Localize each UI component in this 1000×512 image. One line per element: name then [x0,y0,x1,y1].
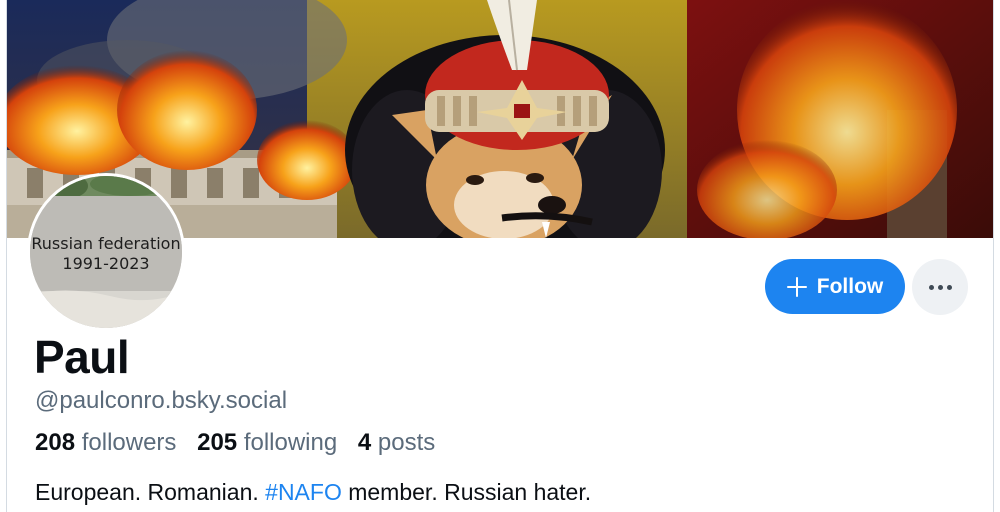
profile-bio: European. Romanian. #NAFO member. Russia… [35,479,591,506]
profile-handle: @paulconro.bsky.social [35,387,288,414]
posts-count: 4 [357,429,372,456]
avatar[interactable]: Russian federation 1991-2023 [27,173,185,331]
posts-stat: 4 posts [358,429,435,456]
profile-page: Russian federation 1991-2023 Follow Paul… [6,0,994,512]
profile-stats: 208 followers 205 following 4 posts [35,429,449,457]
avatar-line-1: Russian federation [31,234,181,253]
display-name: Paul [34,331,130,383]
ellipsis-icon [928,284,952,290]
following-link[interactable]: 205 following [197,429,337,456]
followers-link[interactable]: 208 followers [35,429,176,456]
following-label: following [243,429,338,456]
bio-hashtag-link[interactable]: #NAFO [265,479,342,505]
follow-button[interactable]: Follow [765,259,905,314]
avatar-line-2: 1991-2023 [62,254,150,273]
plus-icon [786,276,807,297]
followers-count: 208 [35,429,76,456]
more-options-button[interactable] [912,259,968,315]
posts-label: posts [377,429,436,456]
bio-text-1: European. Romanian. [35,479,259,505]
follow-label: Follow [816,274,884,298]
bio-text-2: member. Russian hater. [348,479,592,505]
followers-label: followers [81,429,177,456]
following-count: 205 [197,429,238,456]
